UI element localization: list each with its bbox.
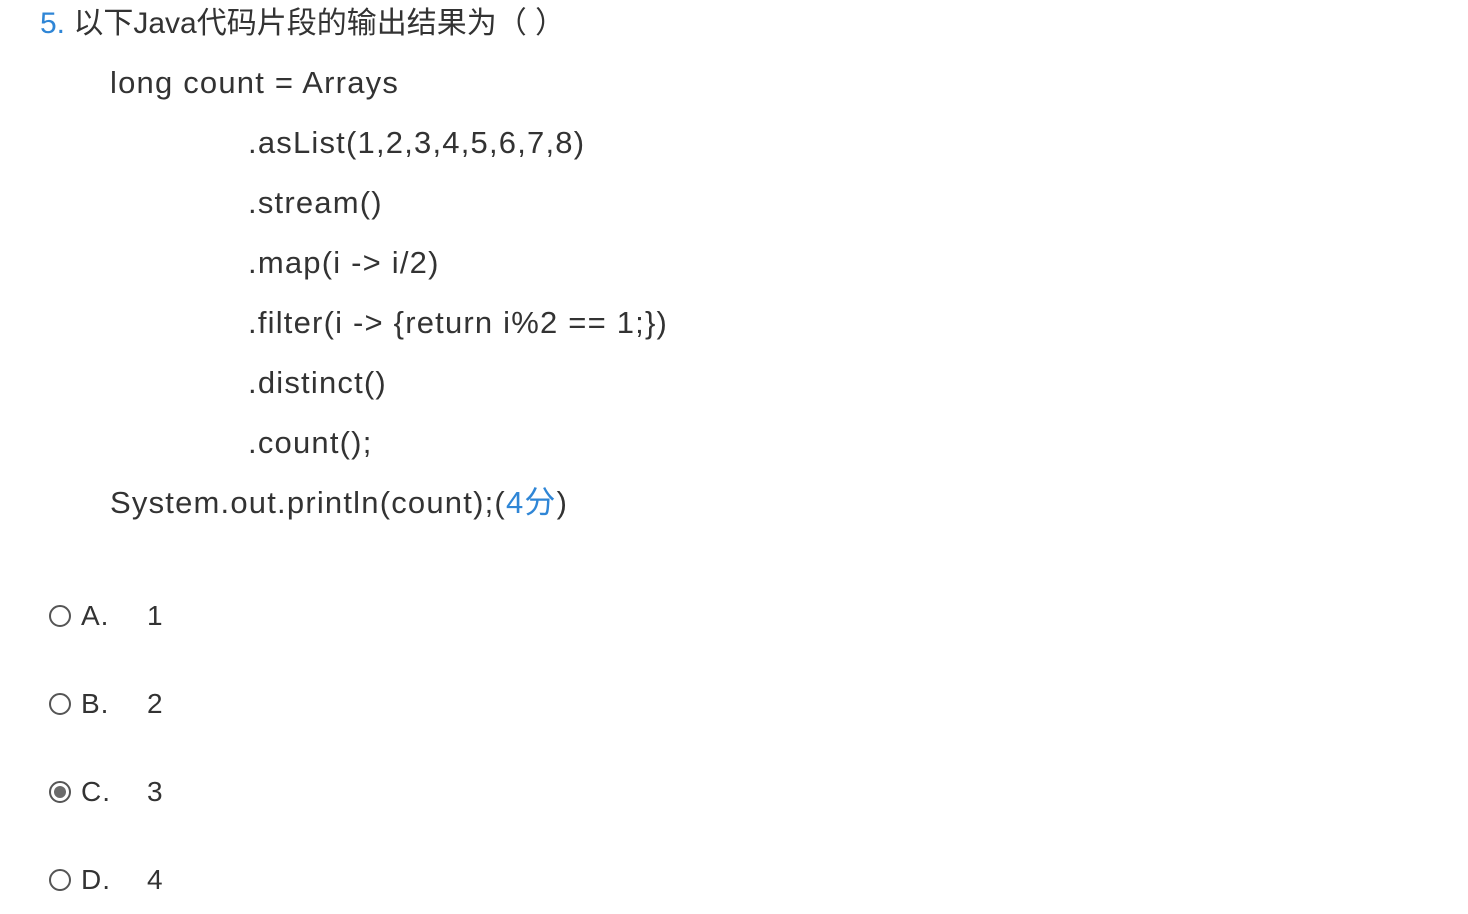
- code-line: .asList(1,2,3,4,5,6,7,8): [248, 125, 586, 160]
- option-a[interactable]: A. 1: [49, 596, 163, 636]
- option-text: 3: [147, 776, 163, 807]
- code-line: long count = Arrays: [110, 65, 400, 100]
- code-line: .filter(i -> {return i%2 == 1;}): [248, 305, 669, 340]
- radio-button[interactable]: [49, 605, 71, 627]
- code-line-with-score: System.out.println(count);(4分): [110, 483, 568, 523]
- option-d[interactable]: D. 4: [49, 860, 163, 900]
- option-letter: B.: [81, 688, 110, 719]
- option-text: 1: [147, 600, 163, 631]
- question-header: 5. 以下Java代码片段的输出结果为（ ）: [40, 2, 565, 46]
- code-line: .count();: [248, 425, 373, 460]
- option-letter: D.: [81, 864, 111, 895]
- code-line: .map(i -> i/2): [248, 245, 440, 280]
- option-text: 2: [147, 688, 163, 719]
- code-line: .stream(): [248, 185, 383, 220]
- code-line: .distinct(): [248, 365, 387, 400]
- question-score: 4分: [505, 485, 557, 520]
- score-paren-open: (: [494, 485, 506, 520]
- radio-button[interactable]: [49, 869, 71, 891]
- radio-button-selected[interactable]: [49, 781, 71, 803]
- option-letter: C.: [81, 776, 111, 807]
- question-number: 5.: [40, 7, 66, 40]
- question-title: 以下Java代码片段的输出结果为（ ）: [73, 7, 566, 40]
- option-text: 4: [147, 864, 163, 895]
- radio-button[interactable]: [49, 693, 71, 715]
- option-c[interactable]: C. 3: [49, 772, 163, 812]
- score-paren-close: ): [556, 485, 569, 520]
- option-b[interactable]: B. 2: [49, 684, 163, 724]
- option-letter: A.: [81, 600, 110, 631]
- code-line: System.out.println(count);: [110, 485, 495, 520]
